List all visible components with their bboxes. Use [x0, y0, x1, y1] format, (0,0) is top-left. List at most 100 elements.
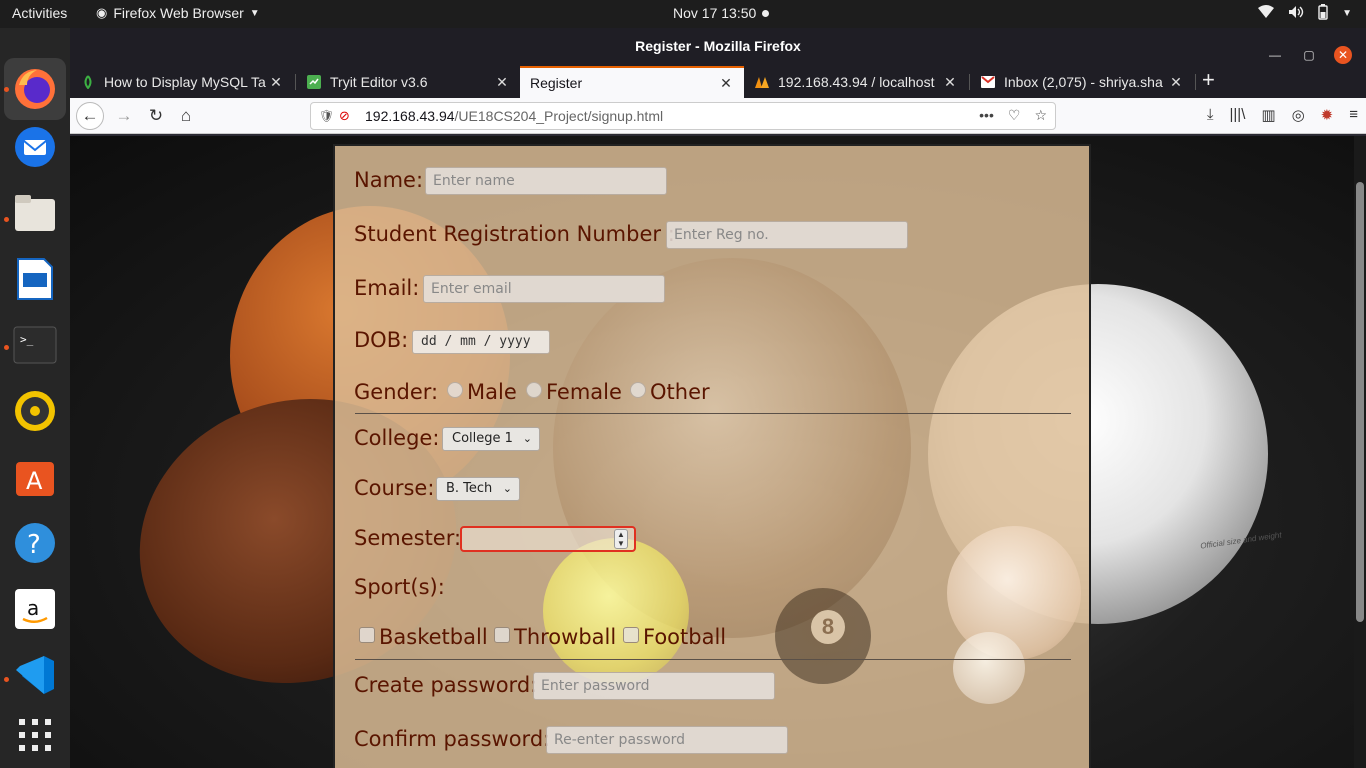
extension-icon[interactable]: ✹ [1321, 106, 1334, 124]
create-password-input[interactable]: Enter password [533, 672, 775, 700]
gender-female-radio[interactable] [526, 382, 542, 398]
confirm-password-input[interactable]: Re-enter password [546, 726, 788, 754]
email-input[interactable]: Enter email [423, 275, 665, 303]
page-actions-icon[interactable]: ••• [979, 107, 994, 124]
libreoffice-writer-icon[interactable] [12, 256, 58, 302]
menu-icon[interactable]: ≡ [1349, 106, 1358, 124]
gender-other-label: Other [650, 380, 710, 404]
email-label: Email: [354, 276, 420, 300]
tab-separator [1195, 74, 1196, 90]
tab-close-icon[interactable]: ✕ [266, 74, 286, 91]
site-info-icon[interactable]: 🛡︎ [319, 109, 339, 123]
divider [355, 659, 1071, 660]
tab-close-icon[interactable]: ✕ [940, 74, 960, 91]
dob-input[interactable]: dd / mm / yyyy [412, 330, 550, 354]
page-scrollbar[interactable] [1354, 136, 1366, 768]
software-center-icon[interactable]: A [12, 454, 58, 500]
amazon-icon[interactable]: a [12, 586, 58, 632]
clock[interactable]: Nov 17 13:50 [673, 5, 770, 21]
system-tray[interactable]: ▼ [1258, 4, 1352, 23]
tab-tryit[interactable]: Tryit Editor v3.6 ✕ [296, 66, 520, 98]
svg-text:a: a [27, 596, 39, 620]
gender-female-label: Female [546, 380, 622, 404]
tab-register[interactable]: Register ✕ [520, 66, 744, 98]
dock: >_ A ? a [0, 28, 70, 768]
new-tab-button[interactable]: + [1202, 67, 1215, 93]
srn-input[interactable]: Enter Reg no. [666, 221, 908, 249]
tennis-ball-image [543, 538, 689, 684]
football-checkbox[interactable] [623, 627, 639, 643]
close-window-icon[interactable]: ✕ [1334, 46, 1352, 64]
sidebar-icon[interactable]: ▥ [1261, 106, 1275, 124]
name-input[interactable]: Enter name [425, 167, 667, 195]
college-select[interactable]: College 1 ⌄ [442, 427, 540, 451]
activities-button[interactable]: Activities [12, 5, 67, 21]
notification-dot-icon [762, 9, 770, 17]
files-icon[interactable] [12, 190, 58, 236]
basketball-label: Basketball [379, 625, 488, 649]
tab-gmail[interactable]: Inbox (2,075) - shriya.sha ✕ [970, 66, 1194, 98]
help-icon[interactable]: ? [12, 520, 58, 566]
scrollbar-thumb[interactable] [1356, 182, 1364, 622]
semester-label: Semester: [354, 526, 462, 550]
gender-male-label: Male [467, 380, 517, 404]
confirm-password-label: Confirm password: [354, 727, 551, 751]
caret-down-icon: ▼ [249, 7, 260, 19]
svg-text:A: A [26, 467, 43, 495]
course-select[interactable]: B. Tech ⌄ [436, 477, 520, 501]
thunderbird-icon[interactable] [12, 124, 58, 170]
eight-ball-image: 8 [775, 588, 871, 684]
clock-text: Nov 17 13:50 [673, 5, 757, 21]
srn-label: Student Registration Number : [354, 222, 675, 246]
url-bar[interactable]: 🛡︎ ⊘ 192.168.43.94/UE18CS204_Project/sig… [310, 102, 1056, 130]
pocket-icon[interactable]: ♡ [1008, 107, 1021, 124]
gmail-icon [980, 74, 996, 90]
registration-form: 8 Name: Enter name Student Registration … [333, 144, 1091, 768]
vscode-icon[interactable] [12, 652, 58, 698]
firefox-small-icon: ◉ [96, 5, 108, 20]
semester-number-input[interactable]: ▲ ▼ [460, 526, 636, 552]
system-top-bar: Activities ◉ Firefox Web Browser ▼ Nov 1… [0, 0, 1366, 28]
window-title: Register - Mozilla Firefox [635, 38, 801, 54]
spinner-arrows-icon[interactable]: ▲ ▼ [614, 529, 628, 549]
url-host: 192.168.43.94 [365, 108, 455, 124]
running-indicator [4, 677, 9, 682]
bookmark-star-icon[interactable]: ☆ [1034, 107, 1047, 124]
rhythmbox-icon[interactable] [12, 388, 58, 434]
sheets-icon [80, 74, 96, 90]
downloads-icon[interactable]: ⤓ [1207, 106, 1214, 124]
course-label: Course: [354, 476, 435, 500]
library-icon[interactable]: |||\ [1230, 106, 1246, 124]
page-viewport: Official size and weight 8 Name: Enter n… [70, 136, 1366, 768]
tab-close-icon[interactable]: ✕ [492, 74, 512, 91]
running-indicator [4, 217, 9, 222]
football-label: Football [643, 625, 727, 649]
svg-text:>_: >_ [20, 333, 34, 346]
terminal-icon[interactable]: >_ [12, 322, 58, 368]
gender-other-radio[interactable] [630, 382, 646, 398]
home-button[interactable]: ⌂ [172, 102, 200, 130]
golf-ball-image [953, 632, 1025, 704]
window-titlebar[interactable]: Register - Mozilla Firefox — ▢ ✕ [70, 28, 1366, 64]
firefox-window: Register - Mozilla Firefox — ▢ ✕ How to … [70, 28, 1366, 768]
reload-button[interactable]: ↻ [142, 102, 170, 130]
forward-button[interactable]: → [110, 102, 138, 130]
tryit-icon [306, 74, 322, 90]
tab-close-icon[interactable]: ✕ [1166, 74, 1186, 91]
create-password-label: Create password: [354, 673, 538, 697]
insecure-connection-icon: ⊘ [339, 108, 350, 123]
tab-mysql[interactable]: How to Display MySQL Ta ✕ [70, 66, 294, 98]
svg-text:?: ? [27, 530, 41, 560]
phpmyadmin-icon [754, 74, 770, 90]
firefox-icon[interactable] [12, 66, 58, 112]
back-button[interactable]: ← [76, 102, 104, 130]
account-icon[interactable]: ◎ [1292, 106, 1305, 124]
throwball-checkbox[interactable] [494, 627, 510, 643]
show-apps-icon[interactable] [12, 712, 58, 758]
app-menu[interactable]: ◉ Firefox Web Browser ▼ [96, 5, 260, 21]
sports-label: Sport(s): [354, 575, 445, 599]
tab-close-icon[interactable]: ✕ [716, 75, 736, 92]
tab-phpmyadmin[interactable]: 192.168.43.94 / localhost ✕ [744, 66, 968, 98]
basketball-checkbox[interactable] [359, 627, 375, 643]
gender-male-radio[interactable] [447, 382, 463, 398]
